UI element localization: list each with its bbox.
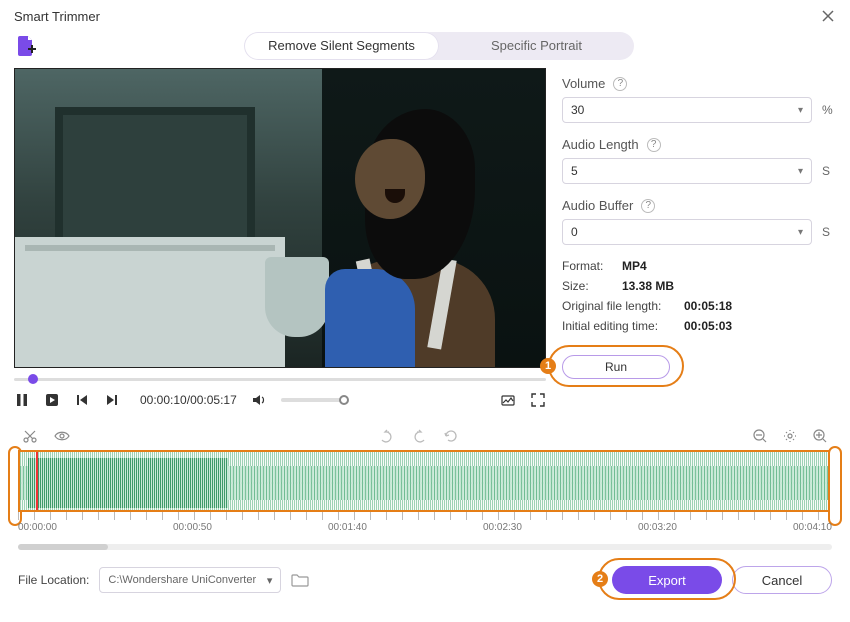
tab-specific-portrait[interactable]: Specific Portrait (439, 32, 634, 60)
format-value: MP4 (622, 259, 647, 273)
undo-icon[interactable] (379, 428, 395, 444)
open-folder-icon[interactable] (291, 572, 309, 588)
video-seek-slider[interactable] (14, 372, 546, 386)
audio-buffer-select[interactable]: 0▾ (562, 219, 812, 245)
callout-highlight-1 (548, 345, 684, 387)
help-icon[interactable]: ? (641, 199, 655, 213)
volume-icon[interactable] (251, 392, 267, 408)
chevron-down-icon: ▾ (798, 166, 803, 177)
chevron-down-icon: ▾ (798, 105, 803, 116)
size-value: 13.38 MB (622, 279, 674, 293)
init-edit-value: 00:05:03 (684, 319, 732, 333)
redo-icon[interactable] (411, 428, 427, 444)
playhead[interactable] (36, 450, 38, 512)
tab-remove-silent[interactable]: Remove Silent Segments (244, 32, 439, 60)
volume-label: Volume? (562, 76, 836, 91)
init-edit-label: Initial editing time: (562, 319, 674, 333)
mode-toggle: Remove Silent Segments Specific Portrait (244, 32, 634, 60)
waveform-timeline[interactable] (18, 450, 832, 512)
help-icon[interactable]: ? (647, 138, 661, 152)
chevron-down-icon: ▾ (798, 227, 803, 238)
callout-badge-1: 1 (540, 358, 556, 374)
audio-length-unit: S (822, 164, 836, 178)
audio-length-label: Audio Length? (562, 137, 836, 152)
add-file-icon[interactable] (14, 34, 38, 58)
zoom-in-icon[interactable] (812, 428, 828, 444)
play-icon[interactable] (44, 392, 60, 408)
format-label: Format: (562, 259, 612, 273)
help-icon[interactable]: ? (613, 77, 627, 91)
prev-icon[interactable] (74, 392, 90, 408)
playback-time: 00:00:10/00:05:17 (140, 393, 237, 407)
zoom-out-icon[interactable] (752, 428, 768, 444)
refresh-icon[interactable] (443, 428, 459, 444)
video-preview[interactable] (14, 68, 546, 368)
pause-icon[interactable] (14, 392, 30, 408)
file-location-label: File Location: (18, 573, 89, 587)
chevron-down-icon: ▾ (267, 574, 273, 587)
volume-slider[interactable] (281, 398, 345, 402)
callout-highlight-2 (598, 558, 736, 600)
file-location-select[interactable]: C:\Wondershare UniConverter▾ (99, 567, 281, 593)
close-icon[interactable] (820, 8, 836, 24)
size-label: Size: (562, 279, 612, 293)
cancel-button[interactable]: Cancel (732, 566, 832, 594)
audio-buffer-unit: S (822, 225, 836, 239)
zoom-fit-icon[interactable] (782, 428, 798, 444)
volume-unit: % (822, 103, 836, 117)
window-title: Smart Trimmer (14, 9, 100, 24)
volume-select[interactable]: 30▾ (562, 97, 812, 123)
audio-length-select[interactable]: 5▾ (562, 158, 812, 184)
fullscreen-icon[interactable] (530, 392, 546, 408)
timeline-scrollbar[interactable] (18, 544, 832, 550)
snapshot-icon[interactable] (500, 392, 516, 408)
orig-len-value: 00:05:18 (684, 299, 732, 313)
audio-buffer-label: Audio Buffer? (562, 198, 836, 213)
next-icon[interactable] (104, 392, 120, 408)
eye-icon[interactable] (54, 428, 70, 444)
cut-icon[interactable] (22, 428, 38, 444)
orig-len-label: Original file length: (562, 299, 674, 313)
callout-badge-2: 2 (592, 571, 608, 587)
time-ruler: 00:00:00 00:00:50 00:01:40 00:02:30 00:0… (18, 512, 832, 538)
